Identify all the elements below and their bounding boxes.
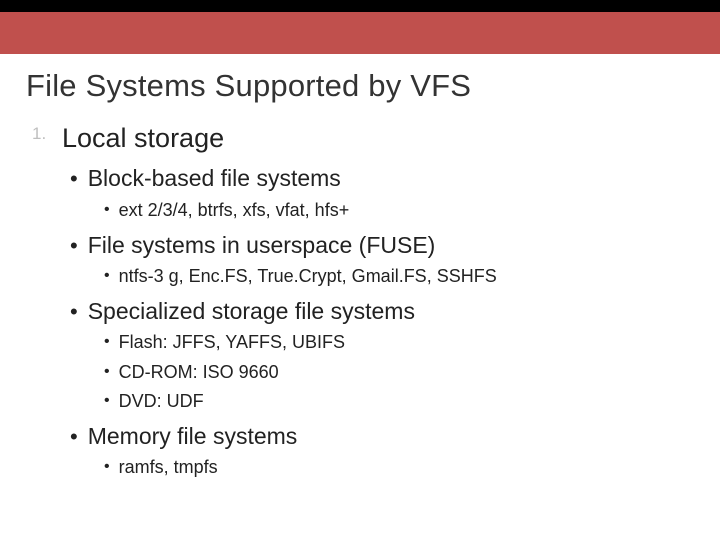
list-item-1: 1. Local storage <box>32 122 694 154</box>
bullet-block-based: • Block-based file systems <box>70 164 694 193</box>
bullet-dot-icon: • <box>104 393 110 413</box>
bullet-memory: • Memory file systems <box>70 422 694 451</box>
bullet-fuse-label: File systems in userspace (FUSE) <box>88 231 436 260</box>
bullet-dot-icon: • <box>104 364 110 384</box>
bullet-block-based-label: Block-based file systems <box>88 164 341 193</box>
list-item-1-label: Local storage <box>62 122 224 154</box>
subbullet-block-fs-list: • ext 2/3/4, btrfs, xfs, vfat, hfs+ <box>104 199 694 222</box>
bullet-dot-icon: • <box>104 334 110 354</box>
bullet-dot-icon: • <box>70 235 78 260</box>
subbullet-text: ext 2/3/4, btrfs, xfs, vfat, hfs+ <box>119 199 350 222</box>
subbullet-dvd: • DVD: UDF <box>104 390 694 413</box>
subbullet-text: CD-ROM: ISO 9660 <box>119 361 279 384</box>
bullet-specialized: • Specialized storage file systems <box>70 297 694 326</box>
list-number: 1. <box>32 122 54 154</box>
bullet-dot-icon: • <box>104 459 110 479</box>
header-band <box>0 0 720 54</box>
subbullet-text: Flash: JFFS, YAFFS, UBIFS <box>119 331 345 354</box>
subbullet-fuse-list: • ntfs-3 g, Enc.FS, True.Crypt, Gmail.FS… <box>104 265 694 288</box>
slide-title: File Systems Supported by VFS <box>26 68 694 104</box>
bullet-dot-icon: • <box>70 426 78 451</box>
subbullet-flash: • Flash: JFFS, YAFFS, UBIFS <box>104 331 694 354</box>
subbullet-cdrom: • CD-ROM: ISO 9660 <box>104 361 694 384</box>
subbullet-text: ramfs, tmpfs <box>119 456 218 479</box>
bullet-dot-icon: • <box>104 202 110 222</box>
bullet-specialized-label: Specialized storage file systems <box>88 297 415 326</box>
subbullet-memory-list: • ramfs, tmpfs <box>104 456 694 479</box>
header-band-strip <box>0 0 720 12</box>
bullet-dot-icon: • <box>104 268 110 288</box>
bullet-dot-icon: • <box>70 168 78 193</box>
subbullet-text: ntfs-3 g, Enc.FS, True.Crypt, Gmail.FS, … <box>119 265 497 288</box>
bullet-fuse: • File systems in userspace (FUSE) <box>70 231 694 260</box>
bullet-memory-label: Memory file systems <box>88 422 298 451</box>
subbullet-text: DVD: UDF <box>119 390 204 413</box>
slide-body: File Systems Supported by VFS 1. Local s… <box>0 54 720 480</box>
bullet-dot-icon: • <box>70 301 78 326</box>
